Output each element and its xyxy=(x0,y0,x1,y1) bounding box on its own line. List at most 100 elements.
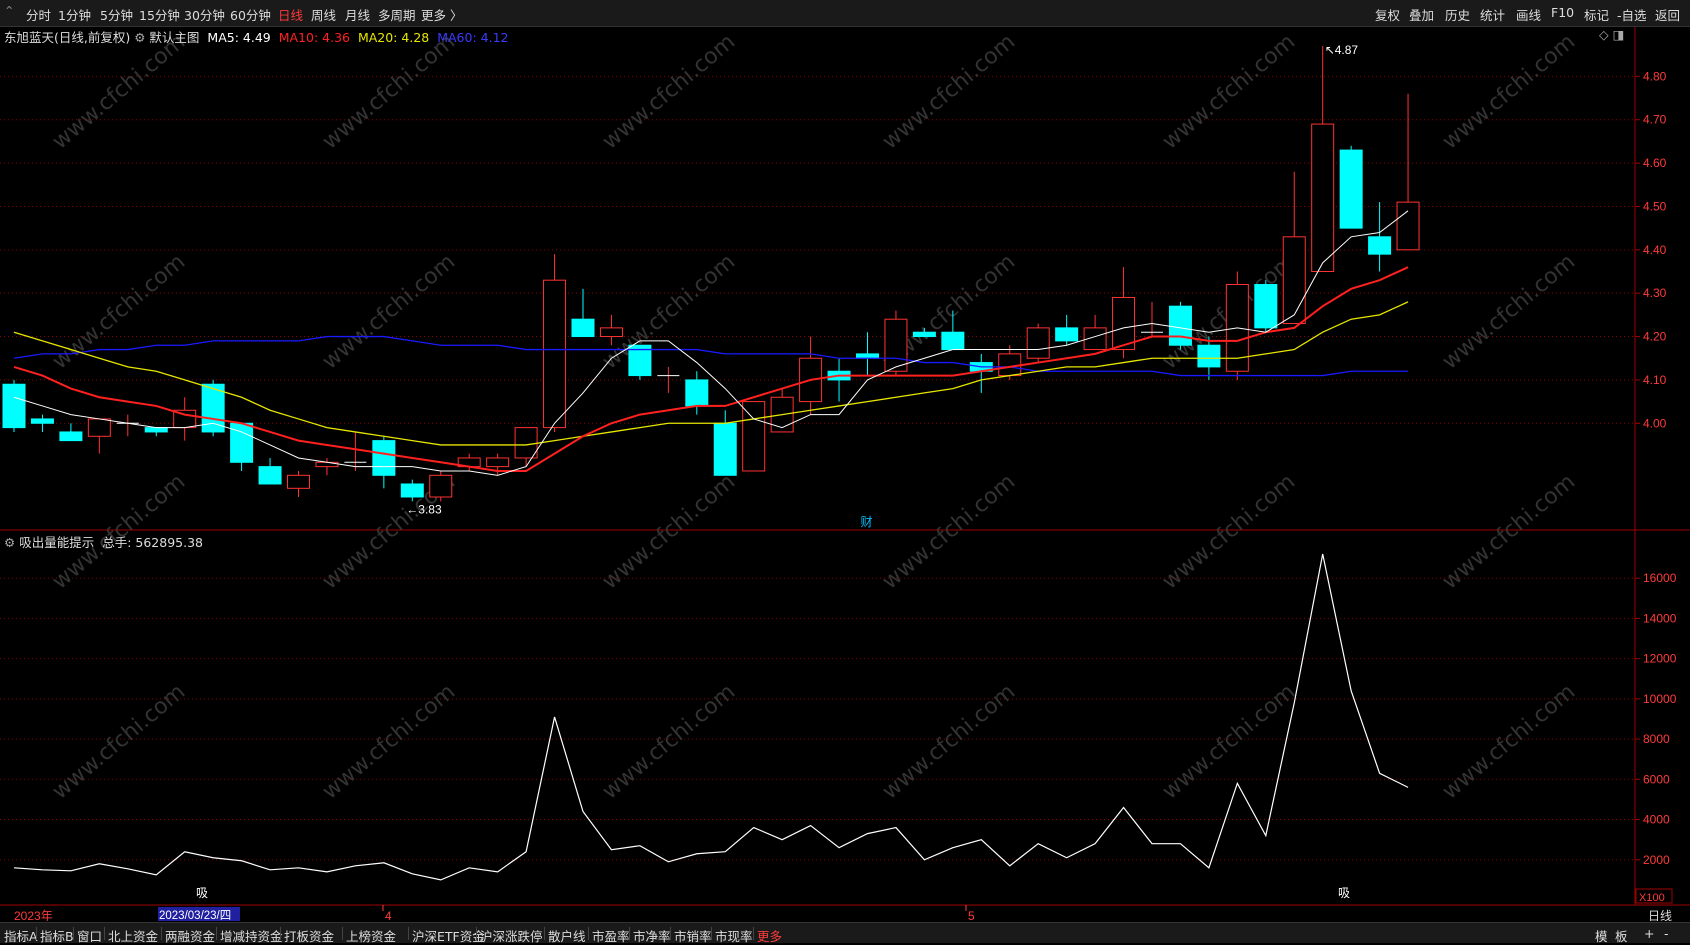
tab-1min[interactable]: 1分钟 xyxy=(58,5,91,24)
tab-pcf[interactable]: 市现率 xyxy=(715,926,753,945)
zoom-out-button[interactable]: - xyxy=(1664,926,1669,941)
mark-button[interactable]: 标记 xyxy=(1584,5,1609,24)
watermark-text: www.cfchi.com xyxy=(1158,29,1300,154)
f10-button[interactable]: F10 xyxy=(1551,5,1574,20)
candle-down[interactable] xyxy=(571,318,595,338)
candle-up[interactable] xyxy=(315,461,339,468)
tab-dragon-tiger[interactable]: 上榜资金 xyxy=(346,926,396,945)
tab-30min[interactable]: 30分钟 xyxy=(184,5,225,24)
watermark-text: www.cfchi.com xyxy=(598,469,740,594)
stock-chart[interactable]: 4.80 4.70 4.60 4.50 4.40 4.30 4.20 4.10 4.00 1600… xyxy=(0,27,1690,921)
candle-down[interactable] xyxy=(1197,344,1221,368)
stats-button[interactable]: 统计 xyxy=(1480,5,1505,24)
low-price-label: ←3.83 xyxy=(406,502,442,516)
indicator-label[interactable]: 吸出量能提示 xyxy=(19,535,94,550)
tab-60min[interactable]: 60分钟 xyxy=(230,5,271,24)
total-hands: 总手: 562895.38 xyxy=(102,535,203,550)
candle-up[interactable] xyxy=(543,279,567,429)
return-button[interactable]: 返回 xyxy=(1655,5,1680,24)
watermark-text: www.cfchi.com xyxy=(318,249,460,374)
tab-holding-change[interactable]: 增减持资金 xyxy=(220,926,283,945)
candle-up[interactable] xyxy=(514,427,538,459)
candle-down[interactable] xyxy=(713,422,737,476)
time-axis-label: 5 xyxy=(968,909,975,921)
watermark-text: www.cfchi.com xyxy=(1438,29,1580,154)
tab-separator xyxy=(342,927,343,940)
candle-up[interactable] xyxy=(742,401,766,472)
watermark-text: www.cfchi.com xyxy=(1438,249,1580,374)
candle-up[interactable] xyxy=(599,327,623,338)
candle-down[interactable] xyxy=(941,331,965,351)
back-arrow-icon[interactable]: ⌃ xyxy=(4,3,14,18)
tab-15min[interactable]: 15分钟 xyxy=(139,5,180,24)
candle-up[interactable] xyxy=(429,474,453,498)
candle-down[interactable] xyxy=(1168,305,1192,346)
chart-settings-icon[interactable]: ⚙ xyxy=(134,30,145,45)
buy-signal-mark: 吸 xyxy=(196,886,208,900)
financial-report-marker[interactable]: 财 xyxy=(861,515,873,529)
candle-down[interactable] xyxy=(1055,327,1079,342)
candle-down[interactable] xyxy=(1368,236,1392,255)
price-tick-label: 4.60 xyxy=(1643,156,1667,170)
tab-multi-period[interactable]: 多周期 xyxy=(378,5,416,24)
zoom-in-button[interactable]: + xyxy=(1644,926,1654,941)
candle-down[interactable] xyxy=(685,379,709,407)
candle-down[interactable] xyxy=(912,331,936,338)
tab-weekly[interactable]: 周线 xyxy=(311,5,336,24)
board-button[interactable]: 板 xyxy=(1615,926,1628,945)
candle-up[interactable] xyxy=(486,457,510,468)
tab-fenshi[interactable]: 分时 xyxy=(26,5,51,24)
tab-etf-funds[interactable]: 沪深ETF资金 xyxy=(412,926,485,945)
candle-down[interactable] xyxy=(30,418,54,424)
tab-indicator-b[interactable]: 指标B xyxy=(40,926,74,945)
tab-separator xyxy=(104,927,105,940)
candle-up[interactable] xyxy=(1396,201,1420,251)
candle-down[interactable] xyxy=(258,466,282,485)
tab-daily[interactable]: 日线 xyxy=(278,5,303,24)
chart-label[interactable]: 默认主图 xyxy=(149,30,199,45)
history-button[interactable]: 历史 xyxy=(1445,5,1470,24)
candle-down[interactable] xyxy=(400,483,424,498)
candle-up[interactable] xyxy=(87,418,111,437)
candle-up[interactable] xyxy=(1311,123,1335,273)
watermark-text: www.cfchi.com xyxy=(878,29,1020,154)
candle-up[interactable] xyxy=(1112,297,1136,351)
tab-pb[interactable]: 市净率 xyxy=(633,926,671,945)
candle-up[interactable] xyxy=(287,474,310,489)
tab-5min[interactable]: 5分钟 xyxy=(100,5,133,24)
ma10-value: MA10: 4.36 xyxy=(278,30,350,45)
candle-down[interactable] xyxy=(1254,284,1278,329)
tab-more-indicators[interactable]: 更多 xyxy=(757,926,782,945)
panel-toggle-icons[interactable]: ◇ ◨ xyxy=(1599,27,1624,42)
restore-rights-button[interactable]: 复权 xyxy=(1375,5,1400,24)
tab-window[interactable]: 窗口 xyxy=(77,926,102,945)
tab-margin[interactable]: 两融资金 xyxy=(165,926,215,945)
draw-line-button[interactable]: 画线 xyxy=(1516,5,1541,24)
tab-limit-up-down[interactable]: 沪深涨跌停 xyxy=(480,926,543,945)
tab-northbound[interactable]: 北上资金 xyxy=(108,926,158,945)
watermark-text: www.cfchi.com xyxy=(598,249,740,374)
candle-down[interactable] xyxy=(1339,149,1363,229)
candle-up[interactable] xyxy=(884,318,908,372)
candle-up[interactable] xyxy=(1026,327,1050,359)
tab-pe[interactable]: 市盈率 xyxy=(592,926,630,945)
candle-down[interactable] xyxy=(59,431,83,442)
tab-indicator-a[interactable]: 指标A xyxy=(4,926,38,945)
tab-retail-line[interactable]: 散户线 xyxy=(548,926,586,945)
indicator-settings-icon[interactable]: ⚙ xyxy=(4,535,15,550)
candle-down[interactable] xyxy=(856,353,879,359)
template-button[interactable]: 模 xyxy=(1595,926,1608,945)
tab-more[interactable]: 更多 〉 xyxy=(421,5,462,24)
price-tick-label: 4.80 xyxy=(1643,69,1667,83)
candle-down[interactable] xyxy=(144,427,168,433)
candle-up[interactable] xyxy=(1282,236,1306,325)
tab-ps[interactable]: 市销率 xyxy=(674,926,712,945)
overlay-button[interactable]: 叠加 xyxy=(1409,5,1434,24)
tab-limit-funds[interactable]: 打板资金 xyxy=(284,926,334,945)
candle-down[interactable] xyxy=(2,383,26,429)
remove-watchlist-button[interactable]: -自选 xyxy=(1617,5,1647,24)
tab-monthly[interactable]: 月线 xyxy=(345,5,370,24)
buy-signal-mark: 吸 xyxy=(1338,886,1350,900)
ma5-value: MA5: 4.49 xyxy=(207,30,271,45)
candle-down[interactable] xyxy=(372,440,396,476)
